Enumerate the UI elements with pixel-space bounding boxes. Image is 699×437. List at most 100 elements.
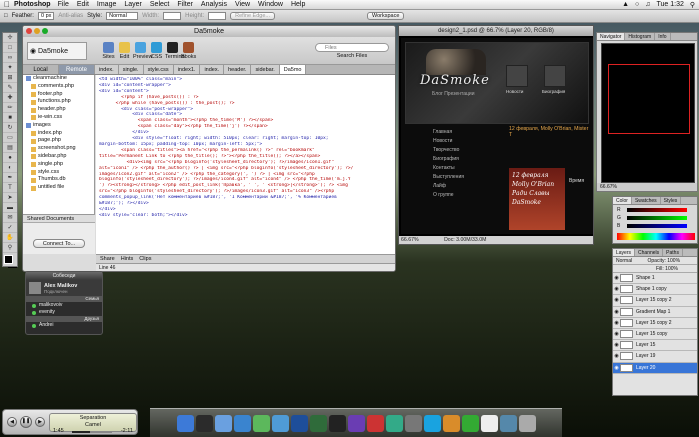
doc-tab[interactable]: header.	[224, 65, 252, 74]
visibility-eye-icon[interactable]: ◉	[613, 286, 620, 292]
visibility-eye-icon[interactable]: ◉	[613, 275, 620, 281]
menu-edit[interactable]: Edit	[77, 1, 89, 8]
file-item[interactable]: style.css	[23, 169, 94, 177]
tab-histogram[interactable]: Histogram	[625, 33, 656, 40]
path-select-icon[interactable]: ➤	[3, 194, 17, 203]
tab-paths[interactable]: Paths	[663, 249, 683, 256]
tab-local[interactable]: Local	[23, 65, 59, 74]
safari-icon[interactable]	[233, 414, 251, 432]
menu-analysis[interactable]: Analysis	[201, 1, 227, 8]
file-item[interactable]: ie-win.css	[23, 114, 94, 122]
bluetooth-icon[interactable]: ▲	[622, 1, 629, 8]
menu-filter[interactable]: Filter	[177, 1, 193, 8]
foreground-color[interactable]	[4, 255, 13, 264]
layer-row[interactable]: ◉ Layer 15 copy 2	[613, 295, 697, 307]
search-input[interactable]: Files	[315, 42, 389, 52]
doc-tab[interactable]: sidebar.	[251, 65, 280, 74]
eraser-tool-icon[interactable]: ▭	[3, 134, 17, 143]
books-button[interactable]: Books	[181, 41, 196, 60]
menu-select[interactable]: Select	[150, 1, 169, 8]
file-item[interactable]: untitled file	[23, 184, 94, 192]
visibility-eye-icon[interactable]: ◉	[613, 309, 620, 315]
layer-row[interactable]: ◉ Shape 1 copy	[613, 284, 697, 296]
workspace-button[interactable]: Workspace	[366, 12, 405, 20]
tab-styles[interactable]: Styles	[661, 197, 682, 204]
system-preferences-icon[interactable]	[404, 414, 422, 432]
my-status-text[interactable]: Подключен	[44, 289, 77, 294]
antialias-checkbox[interactable]: Anti-alias	[58, 13, 83, 19]
connect-button[interactable]: Connect To...	[33, 239, 85, 248]
menu-window[interactable]: Window	[258, 1, 283, 8]
file-item[interactable]: footer.php	[23, 91, 94, 99]
menu-file[interactable]: File	[58, 1, 69, 8]
move-tool-icon[interactable]: ✢	[3, 34, 17, 43]
previous-track-icon[interactable]: ◀	[7, 417, 17, 427]
photoshop-icon[interactable]	[290, 414, 308, 432]
navigator-zoom[interactable]: 66.67%	[597, 183, 697, 191]
contact-item[interactable]: malikovoiv	[26, 302, 102, 309]
crop-tool-icon[interactable]: ⊞	[3, 74, 17, 83]
tab-channels[interactable]: Channels	[635, 249, 664, 256]
editor-title-bar[interactable]: Da5moke	[23, 26, 395, 37]
brush-tool-icon[interactable]: ✏	[3, 104, 17, 113]
ical-icon[interactable]	[366, 414, 384, 432]
progress-bar[interactable]	[72, 430, 113, 433]
fill-value[interactable]: 100%	[665, 266, 678, 272]
app-menu[interactable]: Photoshop	[14, 1, 51, 8]
dodge-tool-icon[interactable]: ◐	[3, 164, 17, 173]
layer-row[interactable]: ◉ Layer 20	[613, 362, 697, 374]
terminal-button[interactable]: Terminal	[165, 41, 186, 60]
adium-icon[interactable]	[271, 414, 289, 432]
file-item[interactable]: Thumbs.db	[23, 176, 94, 184]
contact-list-title[interactable]: Собеседи	[26, 272, 102, 280]
height-input[interactable]	[208, 12, 227, 20]
navigator-thumbnail[interactable]	[601, 43, 695, 183]
contact-item[interactable]: evenity	[26, 309, 102, 316]
menu-layer[interactable]: Layer	[124, 1, 142, 8]
visibility-eye-icon[interactable]: ◉	[613, 320, 620, 326]
navigator-viewport[interactable]	[608, 64, 690, 134]
hints-button[interactable]: Hints	[121, 255, 134, 263]
layer-row[interactable]: ◉ Layer 15	[613, 340, 697, 352]
healing-brush-icon[interactable]: ✚	[3, 94, 17, 103]
file-item[interactable]: page.php	[23, 137, 94, 145]
slice-tool-icon[interactable]: ✎	[3, 84, 17, 93]
marquee-tool-icon[interactable]: □	[3, 44, 17, 53]
transmit-icon[interactable]	[442, 414, 460, 432]
skype-icon[interactable]	[423, 414, 441, 432]
ichat-icon[interactable]	[252, 414, 270, 432]
type-tool-icon[interactable]: T	[3, 184, 17, 193]
menu-help[interactable]: Help	[291, 1, 305, 8]
apple-menu-icon[interactable]: 	[0, 0, 14, 9]
preview-button[interactable]: Preview	[133, 41, 153, 60]
doc-tab[interactable]: style.css	[143, 65, 174, 74]
stamp-tool-icon[interactable]: ■	[3, 114, 17, 123]
psd-zoom[interactable]: 66.67%	[401, 237, 419, 243]
clock[interactable]: Tue 1:32	[656, 1, 683, 8]
menu-view[interactable]: View	[235, 1, 250, 8]
marquee-tool-icon[interactable]: □	[4, 13, 8, 19]
shared-documents-label[interactable]: Shared Documents	[23, 215, 95, 223]
trash-icon[interactable]	[518, 414, 536, 432]
minimize-icon[interactable]	[34, 28, 40, 34]
downloads-icon[interactable]	[499, 414, 517, 432]
notes-tool-icon[interactable]: ✉	[3, 214, 17, 223]
preview-icon[interactable]	[385, 414, 403, 432]
blur-tool-icon[interactable]: ●	[3, 154, 17, 163]
layer-row[interactable]: ◉ Gradient Map 1	[613, 307, 697, 318]
visibility-eye-icon[interactable]: ◉	[613, 353, 620, 359]
hand-tool-icon[interactable]: ✋	[3, 234, 17, 243]
doc-tab[interactable]: index1.	[173, 65, 201, 74]
edit-button[interactable]: Edit	[117, 41, 132, 60]
refine-edge-button[interactable]: Refine Edge...	[230, 12, 275, 20]
contact-item[interactable]: Andrei	[26, 322, 102, 329]
tab-swatches[interactable]: Swatches	[632, 197, 661, 204]
magic-wand-icon[interactable]: ✦	[3, 64, 17, 73]
history-brush-icon[interactable]: ↻	[3, 124, 17, 133]
textedit-icon[interactable]	[480, 414, 498, 432]
code-editor[interactable]: <td width="100%" class="main"> <div id="c…	[96, 75, 395, 254]
opacity-value[interactable]: 100%	[667, 258, 680, 264]
tab-info[interactable]: Info	[655, 33, 671, 40]
doc-tab[interactable]: index.	[200, 65, 225, 74]
file-item[interactable]: sidebar.php	[23, 153, 94, 161]
